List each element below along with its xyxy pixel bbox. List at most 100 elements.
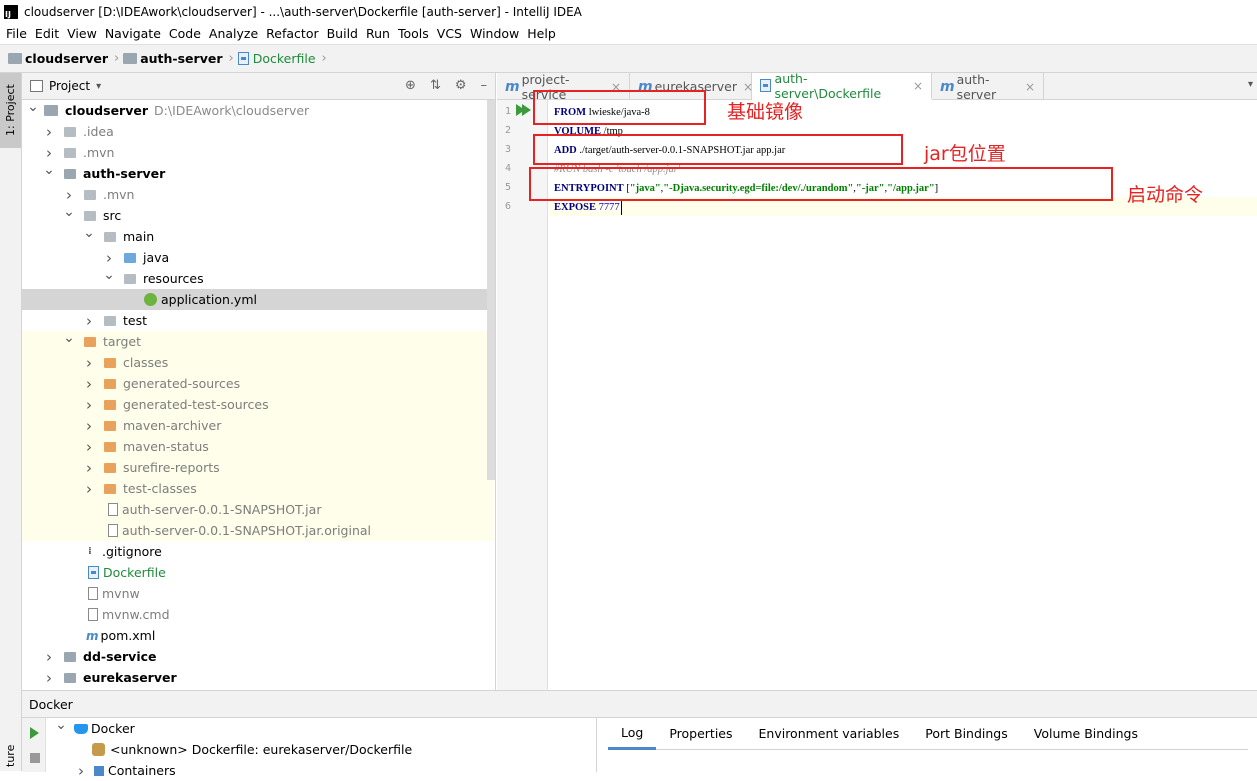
- tree-item-gitignore[interactable]: ⁞ .gitignore: [22, 541, 494, 562]
- tab-properties[interactable]: Properties: [656, 718, 745, 750]
- chevron-right-icon[interactable]: [42, 669, 56, 687]
- chevron-down-icon[interactable]: [54, 721, 68, 737]
- hide-icon[interactable]: –: [481, 78, 488, 93]
- module-folder-icon: [44, 105, 58, 116]
- tree-item-java[interactable]: java: [22, 247, 494, 268]
- tree-item-maven-archiver[interactable]: maven-archiver: [22, 415, 494, 436]
- locate-icon[interactable]: ⊕: [405, 78, 416, 93]
- tree-item-jar[interactable]: auth-server-0.0.1-SNAPSHOT.jar: [22, 499, 494, 520]
- chevron-down-icon[interactable]: [62, 208, 76, 224]
- menu-tools[interactable]: Tools: [394, 26, 433, 41]
- tree-item-label: test: [123, 313, 148, 328]
- breadcrumb-item-cloudserver[interactable]: cloudserver: [8, 51, 108, 66]
- tree-item-pom-xml[interactable]: m pom.xml: [22, 625, 494, 646]
- gear-icon[interactable]: ⚙: [455, 78, 467, 93]
- tree-item-target[interactable]: target: [22, 331, 494, 352]
- stop-icon[interactable]: [30, 753, 40, 763]
- project-tool-tab[interactable]: 1: Project: [0, 73, 21, 148]
- text-file-icon: [88, 587, 98, 600]
- tree-item-idea[interactable]: .idea: [22, 121, 494, 142]
- menu-edit[interactable]: Edit: [31, 26, 63, 41]
- menu-build[interactable]: Build: [323, 26, 362, 41]
- docker-tree-item-unknown[interactable]: <unknown> Dockerfile: eurekaserver/Docke…: [92, 739, 412, 760]
- chevron-right-icon[interactable]: [82, 354, 96, 372]
- tab-auth-server[interactable]: m auth-server ×: [932, 72, 1044, 102]
- menu-run[interactable]: Run: [362, 26, 394, 41]
- tree-item-mvnw[interactable]: mvnw: [22, 583, 494, 604]
- tree-item-application-yml[interactable]: application.yml: [22, 289, 494, 310]
- close-icon[interactable]: ×: [1025, 80, 1035, 94]
- docker-tree-item-docker[interactable]: Docker: [54, 718, 135, 739]
- tree-item-auth-mvn[interactable]: .mvn: [22, 184, 494, 205]
- tree-item-generated-sources[interactable]: generated-sources: [22, 373, 494, 394]
- tree-item-src[interactable]: src: [22, 205, 494, 226]
- collapse-all-icon[interactable]: ⇅: [430, 78, 441, 93]
- menu-navigate[interactable]: Navigate: [101, 26, 165, 41]
- menu-window[interactable]: Window: [466, 26, 523, 41]
- annotation-box-startup-command: [529, 167, 1113, 201]
- chevron-down-icon[interactable]: [62, 334, 76, 350]
- tree-item-dd-service[interactable]: dd-service: [22, 646, 494, 667]
- tree-item-main[interactable]: main: [22, 226, 494, 247]
- play-icon[interactable]: [30, 727, 39, 739]
- tree-item-maven-status[interactable]: maven-status: [22, 436, 494, 457]
- folder-icon: [84, 189, 96, 200]
- chevron-right-icon[interactable]: [42, 123, 56, 141]
- tree-item-eurekaserver[interactable]: eurekaserver: [22, 667, 494, 688]
- tab-list-dropdown-icon[interactable]: ▾: [1248, 79, 1253, 90]
- chevron-down-icon[interactable]: [102, 271, 116, 287]
- tree-item-classes[interactable]: classes: [22, 352, 494, 373]
- menu-help[interactable]: Help: [523, 26, 560, 41]
- menu-code[interactable]: Code: [165, 26, 205, 41]
- run-gutter-icon[interactable]: [522, 104, 531, 116]
- structure-tool-tab[interactable]: ture: [0, 741, 21, 771]
- tree-item-generated-test-sources[interactable]: generated-test-sources: [22, 394, 494, 415]
- chevron-down-icon[interactable]: [26, 103, 40, 119]
- breadcrumb-label: cloudserver: [25, 51, 109, 66]
- tree-item-test-classes[interactable]: test-classes: [22, 478, 494, 499]
- breadcrumb-item-auth-server[interactable]: auth-server: [123, 51, 223, 66]
- chevron-right-icon[interactable]: [82, 312, 96, 330]
- chevron-right-icon[interactable]: [42, 144, 56, 162]
- breadcrumb-item-dockerfile[interactable]: Dockerfile: [237, 51, 316, 66]
- tree-item-test[interactable]: test: [22, 310, 494, 331]
- chevron-right-icon: ›: [114, 51, 120, 66]
- tree-item-mvnw-cmd[interactable]: mvnw.cmd: [22, 604, 494, 625]
- chevron-right-icon[interactable]: [82, 438, 96, 456]
- chevron-right-icon[interactable]: [82, 375, 96, 393]
- chevron-right-icon[interactable]: [82, 459, 96, 477]
- tab-volume-bindings[interactable]: Volume Bindings: [1021, 718, 1151, 750]
- chevron-right-icon[interactable]: [102, 249, 116, 267]
- chevron-right-icon[interactable]: [42, 648, 56, 666]
- menu-vcs[interactable]: VCS: [433, 26, 466, 41]
- tab-port-bindings[interactable]: Port Bindings: [912, 718, 1021, 750]
- tree-item-dockerfile[interactable]: Dockerfile: [22, 562, 494, 583]
- tree-item-path: D:\IDEAwork\cloudserver: [154, 103, 310, 118]
- project-scrollbar[interactable]: [487, 100, 495, 480]
- tree-item-resources[interactable]: resources: [22, 268, 494, 289]
- tree-item-cloudserver[interactable]: cloudserver D:\IDEAwork\cloudserver: [22, 100, 494, 121]
- menu-analyze[interactable]: Analyze: [205, 26, 262, 41]
- chevron-down-icon[interactable]: [82, 229, 96, 245]
- chevron-down-icon[interactable]: [42, 166, 56, 182]
- tree-item-mvn[interactable]: .mvn: [22, 142, 494, 163]
- chevron-right-icon[interactable]: [82, 417, 96, 435]
- project-panel-title[interactable]: Project: [49, 79, 90, 93]
- tree-item-jar-original[interactable]: auth-server-0.0.1-SNAPSHOT.jar.original: [22, 520, 494, 541]
- chevron-right-icon: ›: [321, 51, 327, 66]
- chevron-down-icon[interactable]: ▾: [96, 81, 101, 92]
- tab-auth-server-dockerfile[interactable]: auth-server\Dockerfile ×: [752, 71, 932, 101]
- tree-item-surefire-reports[interactable]: surefire-reports: [22, 457, 494, 478]
- menu-file[interactable]: File: [2, 26, 31, 41]
- tab-log[interactable]: Log: [608, 718, 657, 750]
- tree-item-auth-server[interactable]: auth-server: [22, 163, 494, 184]
- chevron-right-icon[interactable]: [82, 480, 96, 498]
- chevron-right-icon[interactable]: [82, 396, 96, 414]
- tab-environment-variables[interactable]: Environment variables: [746, 718, 913, 750]
- menu-refactor[interactable]: Refactor: [262, 26, 322, 41]
- chevron-right-icon[interactable]: [62, 186, 76, 204]
- menu-view[interactable]: View: [63, 26, 101, 41]
- docker-splitter[interactable]: [596, 718, 597, 772]
- folder-icon: [64, 147, 76, 158]
- close-icon[interactable]: ×: [913, 79, 923, 93]
